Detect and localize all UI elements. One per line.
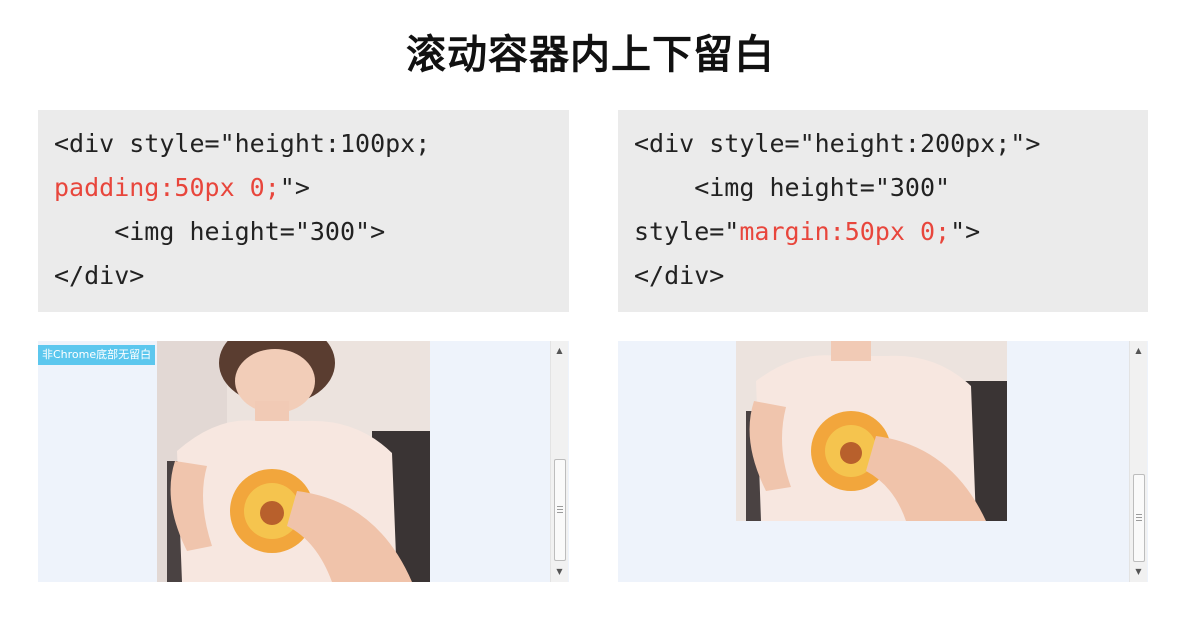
left-code-line-1: <div style="height:100px;: [54, 129, 431, 158]
right-code-line-3-end: ">: [950, 217, 981, 246]
right-demo-photo: [736, 341, 1007, 521]
slide-title: 滚动容器内上下留白: [406, 32, 775, 78]
right-code-line-1: <div style="height:200px;">: [634, 129, 1041, 158]
left-code-line-3: <img height="300">: [54, 217, 386, 246]
left-scroll-up-arrow[interactable]: ▲: [551, 343, 568, 359]
right-code-line-2: <img height="300": [634, 173, 951, 202]
left-scroll-container[interactable]: 非Chrome底部无留白 ▲ ▼: [38, 341, 569, 582]
non-chrome-badge: 非Chrome底部无留白: [38, 345, 156, 365]
right-margin-highlight: margin:50px 0;: [739, 217, 951, 246]
left-scroll-grip-icon: [557, 506, 563, 513]
left-code-line-2: padding:50px 0;">: [54, 166, 553, 210]
right-code-line-3-start: style=": [634, 217, 740, 246]
left-scroll-down-arrow[interactable]: ▼: [551, 564, 568, 580]
right-scroll-thumb[interactable]: [1133, 474, 1145, 562]
left-photo-illustration: [157, 341, 430, 582]
left-code-block: <div style="height:100px; padding:50px 0…: [38, 110, 569, 312]
left-code-line-4: </div>: [54, 261, 145, 290]
left-scrollbar[interactable]: ▲ ▼: [550, 341, 568, 582]
right-code-line-4: </div>: [634, 261, 725, 290]
right-scrollbar[interactable]: ▲ ▼: [1129, 341, 1147, 582]
left-demo-photo: [157, 341, 430, 582]
right-code-block: <div style="height:200px;"> <img height=…: [618, 110, 1148, 312]
right-code-line-3: style="margin:50px 0;">: [634, 210, 1132, 254]
left-scroll-thumb[interactable]: [554, 459, 566, 561]
right-scroll-grip-icon: [1136, 514, 1142, 521]
left-padding-highlight: padding:50px 0;: [54, 173, 280, 202]
right-scroll-up-arrow[interactable]: ▲: [1130, 343, 1147, 359]
right-scroll-container[interactable]: ▲ ▼: [618, 341, 1148, 582]
right-scroll-down-arrow[interactable]: ▼: [1130, 564, 1147, 580]
left-code-line-2-rest: ">: [279, 173, 310, 202]
right-photo-illustration: [736, 341, 1007, 521]
